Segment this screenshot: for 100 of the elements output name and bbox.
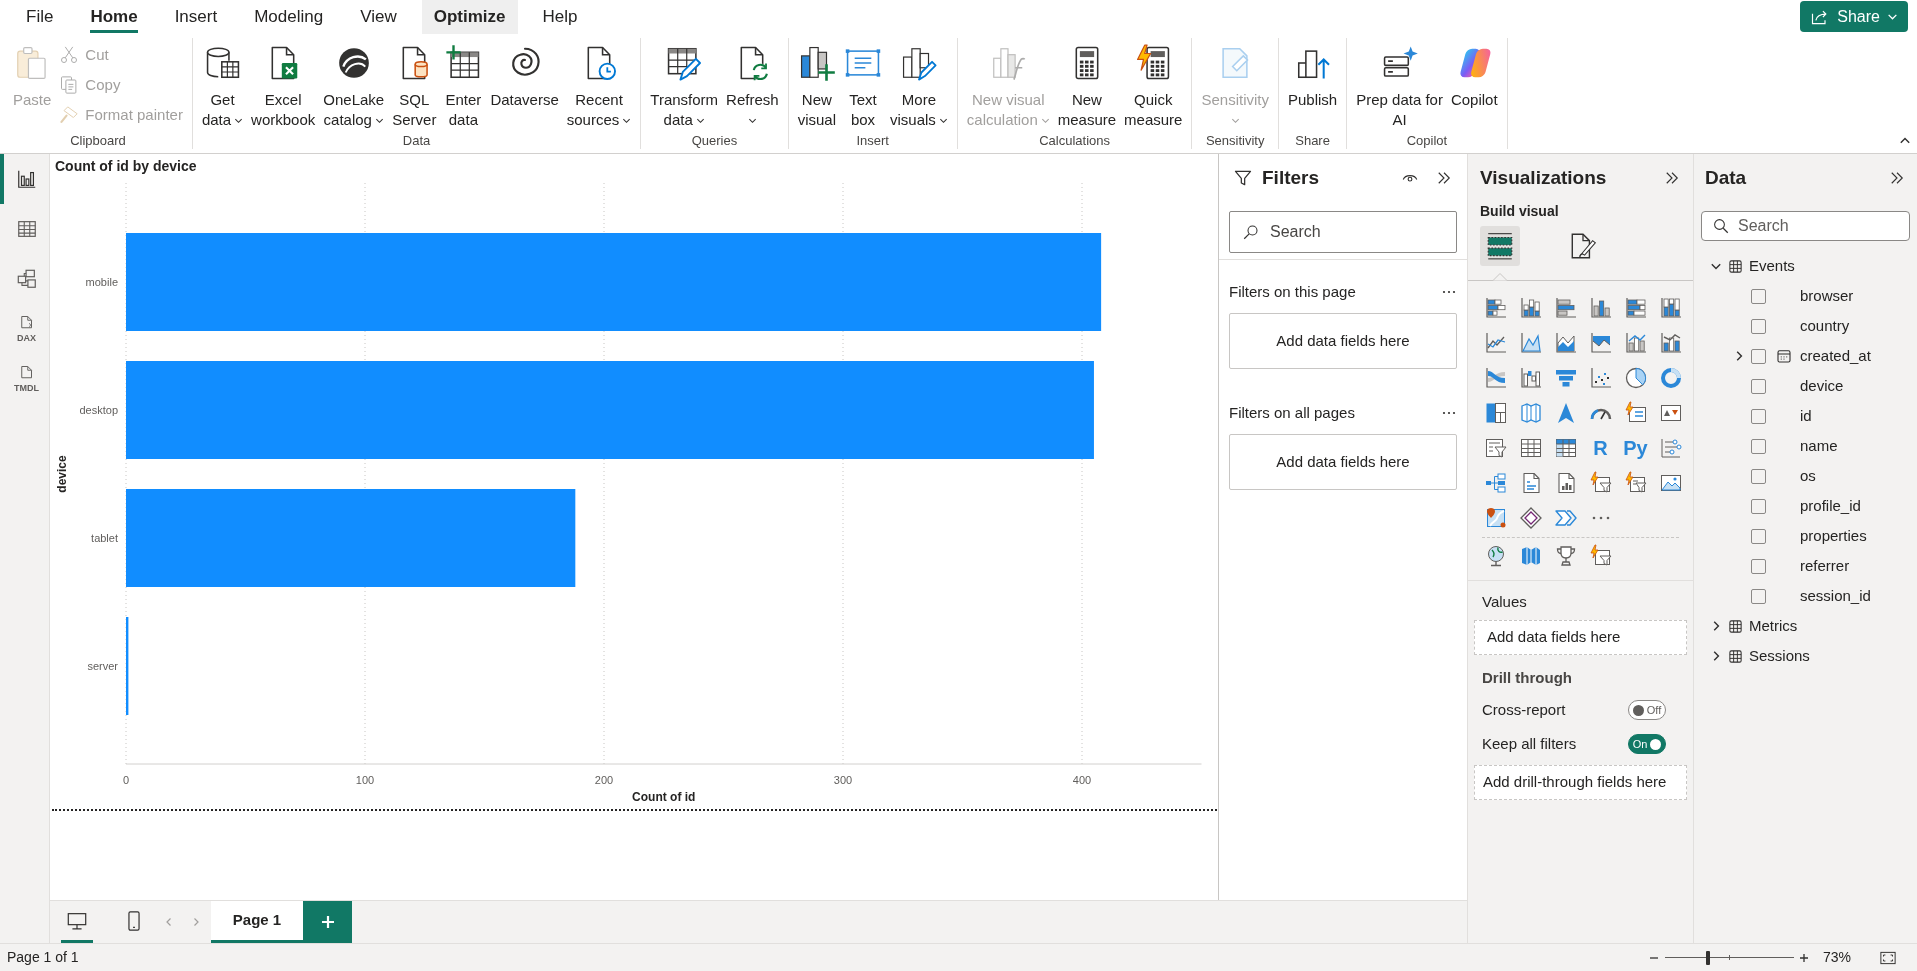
checkbox[interactable] (1751, 528, 1766, 544)
model-diagram-icon[interactable] (15, 268, 38, 290)
view-button[interactable]: DAX (0, 304, 49, 354)
line-chart-icon[interactable] (1483, 330, 1508, 355)
field-name[interactable]: os (1800, 464, 1816, 488)
menu-tab[interactable]: Optimize (421, 0, 518, 34)
view-button[interactable]: TMDL (0, 354, 49, 404)
search-icon[interactable] (1712, 217, 1730, 235)
menu-tab[interactable]: File (14, 0, 66, 34)
ribbon-button[interactable]: Enter data (441, 44, 486, 130)
ribbon-button[interactable]: Dataverse (487, 44, 562, 110)
checkbox[interactable] (1751, 348, 1766, 364)
ribbon-button[interactable]: Excel workbook (248, 44, 319, 130)
decomposition-tree-icon[interactable] (1483, 470, 1508, 495)
ribbon-button[interactable]: Quick measure (1121, 44, 1186, 130)
field-name[interactable]: country (1800, 314, 1850, 338)
waterfall-chart-icon[interactable] (1518, 365, 1543, 390)
group-label: Sensitivity (1205, 133, 1265, 149)
checkbox[interactable] (1751, 468, 1766, 484)
menu-tab[interactable]: Insert (162, 0, 230, 34)
ribbon-button[interactable]: Refresh (723, 44, 782, 130)
field-name[interactable]: session_id (1800, 584, 1871, 608)
line-column-chart-icon[interactable] (1658, 330, 1683, 355)
donut-chart-icon[interactable] (1658, 365, 1683, 390)
field-name[interactable]: properties (1800, 524, 1867, 548)
ribbon-button[interactable]: Copilot (1447, 44, 1501, 110)
drop-zone[interactable]: Add data fields here (1229, 434, 1457, 490)
checkbox[interactable] (1751, 438, 1766, 454)
zoom-slider[interactable] (1664, 950, 1794, 965)
line-column-chart-icon[interactable] (1623, 330, 1648, 355)
pie-chart-icon[interactable] (1623, 365, 1648, 390)
toggle-switch[interactable]: Off (1628, 700, 1666, 720)
checkbox[interactable] (1751, 408, 1766, 424)
stacked-area-chart-icon[interactable] (1553, 330, 1578, 355)
plus-icon[interactable] (1798, 952, 1809, 963)
ribbon-button[interactable]: Text box (841, 44, 885, 130)
diamond-icon[interactable] (1518, 505, 1543, 530)
band-area-chart-icon[interactable] (1588, 330, 1613, 355)
checkbox[interactable] (1751, 288, 1766, 304)
page-tab[interactable]: Page 1 (211, 901, 303, 943)
ribbon-button[interactable]: SQL Server (389, 44, 440, 130)
table-name[interactable]: Metrics (1749, 614, 1798, 638)
search-icon[interactable] (1242, 223, 1260, 241)
shape-map-icon[interactable] (1518, 400, 1543, 425)
full-stacked-column-chart-icon[interactable] (1658, 295, 1683, 320)
field-name[interactable]: profile_id (1800, 494, 1861, 518)
chart-title: Count of id by device (54, 157, 197, 176)
ribbon-button[interactable]: Prep data for AI (1353, 44, 1446, 130)
field-name[interactable]: device (1800, 374, 1844, 398)
ribbon-chart-icon[interactable] (1483, 365, 1508, 390)
ribbon-button[interactable]: Publish (1285, 44, 1341, 110)
field-name[interactable]: id (1800, 404, 1812, 428)
filter-icon[interactable] (1233, 168, 1253, 188)
field-name[interactable]: referrer (1800, 554, 1850, 578)
group-label: Clipboard (70, 133, 126, 149)
search-field[interactable]: Search (1701, 211, 1910, 241)
ribbon-button[interactable]: New visual (794, 44, 839, 130)
menu-tab[interactable]: Help (530, 0, 590, 34)
checkbox[interactable] (1751, 378, 1766, 394)
checkbox[interactable] (1751, 558, 1766, 574)
checkbox[interactable] (1751, 588, 1766, 604)
column-chart-icon[interactable] (1588, 295, 1613, 320)
field-name[interactable]: browser (1800, 284, 1854, 308)
menu-tab[interactable]: View (348, 0, 409, 34)
ribbon-button[interactable]: Recent sources (563, 44, 635, 130)
pane-title: Data (1705, 165, 1747, 190)
full-stacked-bar-chart-icon[interactable] (1623, 295, 1648, 320)
slider-thumb[interactable] (1705, 950, 1710, 965)
scatter-chart-icon[interactable] (1588, 365, 1613, 390)
checkbox[interactable] (1751, 318, 1766, 334)
switch-knob-icon (1632, 704, 1644, 716)
search-field[interactable]: Search (1229, 211, 1457, 253)
pane-title: Visualizations (1480, 165, 1607, 190)
ribbon-button[interactable]: Transform data (647, 44, 722, 130)
ribbon-button[interactable]: OneLake catalog (320, 44, 388, 130)
bar-chart-icon[interactable] (15, 168, 38, 190)
stacked-column-chart-icon[interactable] (1518, 295, 1543, 320)
share-button[interactable]: Share (1800, 1, 1908, 32)
area-chart-icon[interactable] (1518, 330, 1543, 355)
lightning-card-icon[interactable] (1623, 400, 1648, 425)
drop-zone[interactable]: Add data fields here (1474, 620, 1687, 655)
add-page-button[interactable] (303, 901, 352, 943)
field-name[interactable]: name (1800, 434, 1838, 458)
ribbon-button[interactable]: New measure (1054, 44, 1120, 130)
checkbox[interactable] (1751, 498, 1766, 514)
menu-tab[interactable]: Home (78, 0, 150, 34)
lightning-filter-icon[interactable] (1588, 543, 1613, 568)
lightning-filter-icon[interactable] (1588, 470, 1613, 495)
toggle-switch[interactable]: On (1628, 734, 1666, 754)
ribbon-button[interactable]: Get data (198, 44, 247, 130)
drop-zone[interactable]: Add data fields here (1229, 313, 1457, 369)
ribbon-button[interactable]: More visuals (887, 44, 951, 130)
field-name[interactable]: created_at (1800, 344, 1871, 368)
stacked-bar-chart-icon[interactable] (1483, 295, 1508, 320)
table-grid-icon[interactable] (15, 218, 38, 240)
drop-zone[interactable]: Add drill-through fields here (1474, 765, 1687, 800)
table-name[interactable]: Events (1749, 254, 1795, 278)
lightning-text-filter-icon[interactable] (1623, 470, 1648, 495)
table-name[interactable]: Sessions (1749, 644, 1810, 668)
menu-tab[interactable]: Modeling (242, 0, 336, 34)
